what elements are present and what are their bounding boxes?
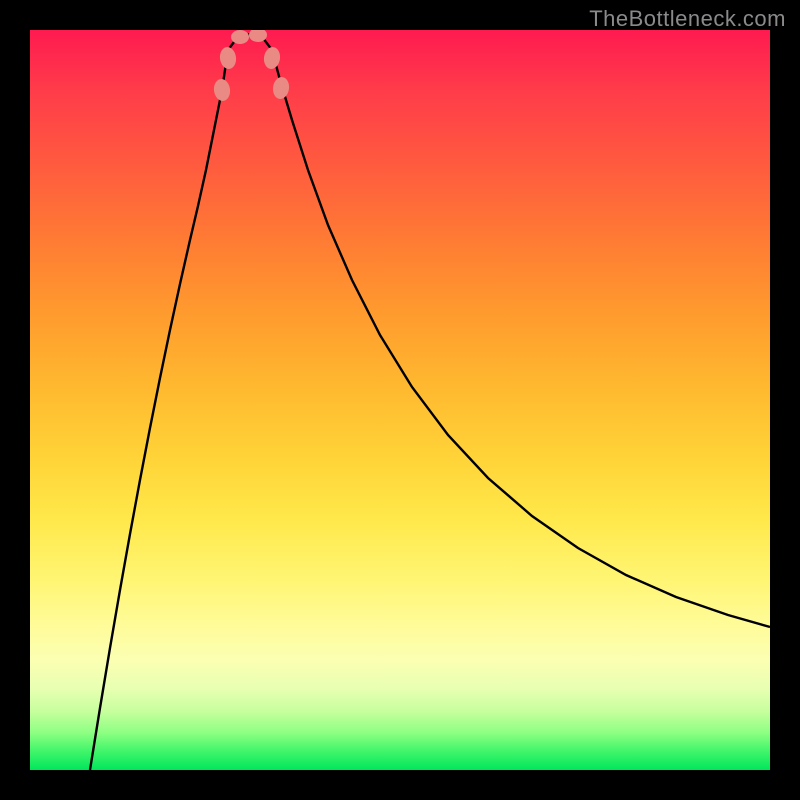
right-marker-lower [263, 46, 282, 70]
trough-marker-a [231, 30, 249, 44]
curve-markers [213, 30, 291, 102]
left-marker-upper [213, 78, 232, 102]
plot-area [30, 30, 770, 770]
chart-svg [30, 30, 770, 770]
left-marker-lower [219, 46, 238, 70]
right-marker-upper [272, 76, 291, 100]
bottleneck-curve [90, 34, 770, 770]
watermark-text: TheBottleneck.com [589, 6, 786, 32]
